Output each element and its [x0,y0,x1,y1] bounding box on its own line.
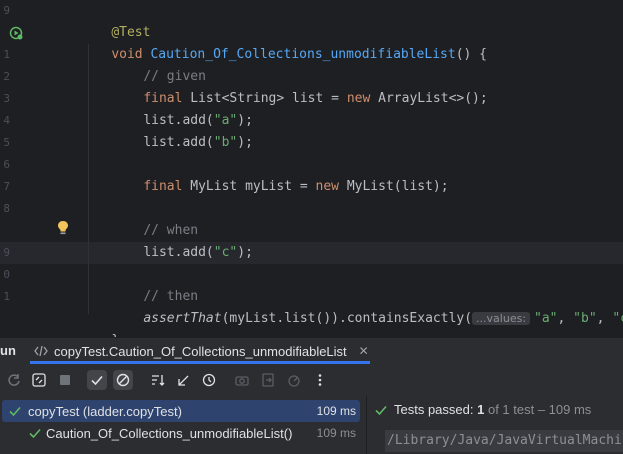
status-count: 1 [477,402,485,417]
rerun-failed-icon[interactable] [29,370,49,390]
collapse-icon[interactable] [174,370,194,390]
code-line-comment: // when [143,223,199,238]
line-number: 0 [3,268,10,281]
check-icon [9,406,21,417]
close-icon[interactable]: ✕ [359,344,369,358]
line-number: 4 [3,114,10,127]
rerun-icon[interactable] [4,370,24,390]
line-number: 1 [3,48,10,61]
check-icon [29,428,41,439]
code-line-annotation: @Test [111,25,151,40]
test-config-icon [34,345,48,357]
test-duration: 109 ms [316,426,356,440]
test-suite-label: copyTest (ladder.copyTest) [28,403,182,419]
test-tree-root[interactable]: copyTest (ladder.copyTest) 109 ms [2,400,360,422]
code-line: list.add("b"); [143,135,253,150]
code-editor[interactable]: 9 1 2 3 4 5 6 7 8 9 0 1 @Test void Cauti… [0,0,623,337]
show-ignored-icon[interactable] [113,370,133,390]
show-passed-icon[interactable] [87,370,107,390]
run-tool-window-title: un [0,343,16,358]
line-number: 6 [3,158,10,171]
line-number: 3 [3,92,10,105]
line-number: 1 [3,290,10,303]
history-icon[interactable] [199,370,219,390]
run-tool-window-header: un copyTest.Caution_Of_Collections_unmod… [0,337,623,364]
check-icon [375,405,387,415]
status-suffix: of 1 test – 109 ms [487,402,592,417]
line-number: 8 [3,202,10,215]
code-line-comment: // given [143,69,206,84]
more-icon[interactable] [310,370,330,390]
run-tab-label: copyTest.Caution_Of_Collections_unmodifi… [54,343,347,359]
lightbulb-icon[interactable] [56,220,70,236]
code-line-method-signature: void Caution_Of_Collections_unmodifiable… [111,47,488,62]
sort-icon[interactable] [148,370,168,390]
test-status: Tests passed: 1 of 1 test – 109 ms [374,402,591,417]
code-line: final List<String> list = new ArrayList<… [143,91,488,106]
test-duration: 109 ms [316,404,356,418]
run-toolbar [0,364,623,396]
line-number: 2 [3,70,10,83]
code-line-closing-brace: } [80,308,119,337]
line-number: 7 [3,180,10,193]
screenshot-icon[interactable] [232,370,252,390]
line-number: 9 [3,246,10,259]
panel-divider [366,396,367,454]
line-number: 5 [3,136,10,149]
parameter-hint: ...values: [472,312,531,325]
export-icon[interactable] [258,370,278,390]
test-method-label: Caution_Of_Collections_unmodifiableList(… [46,425,293,441]
code-line-comment: // then [143,289,199,304]
code-line: final MyList myList = new MyList(list); [143,179,449,194]
code-line: list.add("a"); [143,113,253,128]
console-output-line[interactable]: /Library/Java/JavaVirtualMachines [385,430,623,452]
stop-icon[interactable] [55,370,75,390]
line-number: 9 [3,4,10,17]
current-line-highlight [0,242,623,264]
import-icon[interactable] [284,370,304,390]
test-tree-child[interactable]: Caution_Of_Collections_unmodifiableList(… [2,422,360,444]
status-prefix: Tests passed: [394,402,478,417]
code-line: list.add("c"); [143,245,253,260]
code-line-assertion: assertThat(myList.list()).containsExactl… [143,311,623,326]
run-test-gutter-icon[interactable] [9,26,23,40]
